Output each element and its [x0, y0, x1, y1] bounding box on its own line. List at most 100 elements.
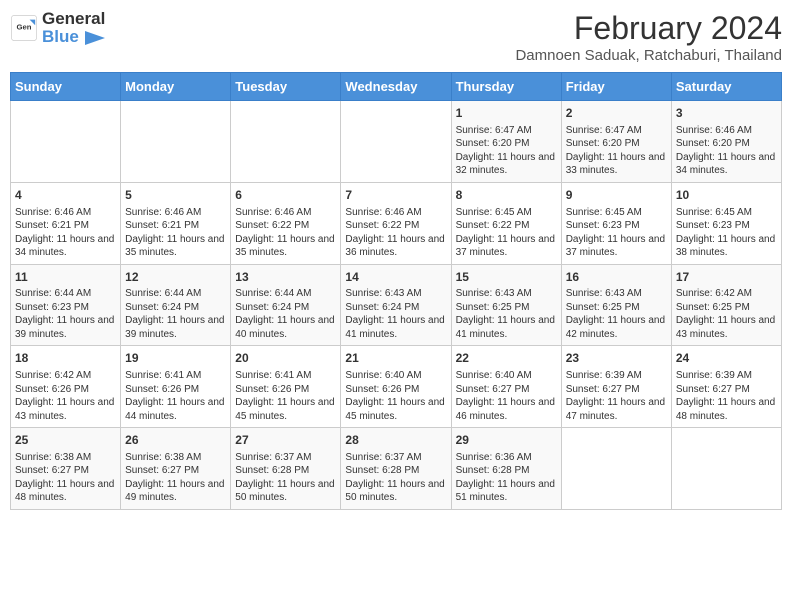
day-info: Sunrise: 6:45 AM Sunset: 6:23 PM Dayligh…: [676, 206, 777, 260]
calendar-body: 1 Sunrise: 6:47 AM Sunset: 6:20 PM Daylig…: [11, 101, 782, 510]
calendar-cell: [341, 101, 451, 183]
day-info: Sunrise: 6:43 AM Sunset: 6:25 PM Dayligh…: [456, 287, 557, 341]
day-info: Sunrise: 6:47 AM Sunset: 6:20 PM Dayligh…: [566, 124, 667, 178]
day-info: Sunrise: 6:40 AM Sunset: 6:26 PM Dayligh…: [345, 369, 446, 423]
col-tuesday: Tuesday: [231, 73, 341, 101]
calendar-cell: [561, 428, 671, 510]
calendar-cell: 22Sunrise: 6:40 AM Sunset: 6:27 PM Dayli…: [451, 346, 561, 428]
day-info: Sunrise: 6:46 AM Sunset: 6:20 PM Dayligh…: [676, 124, 777, 178]
day-number: 5: [125, 187, 226, 204]
calendar-week-row: 25Sunrise: 6:38 AM Sunset: 6:27 PM Dayli…: [11, 428, 782, 510]
calendar-cell: 10 Sunrise: 6:45 AM Sunset: 6:23 PM Dayli…: [671, 182, 781, 264]
calendar-cell: 13Sunrise: 6:44 AM Sunset: 6:24 PM Dayli…: [231, 264, 341, 346]
calendar-cell: 25Sunrise: 6:38 AM Sunset: 6:27 PM Dayli…: [11, 428, 121, 510]
title-block: February 2024 Damnoen Saduak, Ratchaburi…: [515, 10, 782, 64]
day-info: Sunrise: 6:46 AM Sunset: 6:22 PM Dayligh…: [235, 206, 336, 260]
calendar-week-row: 4Sunrise: 6:46 AM Sunset: 6:21 PM Daylig…: [11, 182, 782, 264]
calendar-cell: 21 Sunrise: 6:40 AM Sunset: 6:26 PM Dayli…: [341, 346, 451, 428]
day-number: 12: [125, 269, 226, 286]
day-number: 7: [345, 187, 446, 204]
day-number: 19: [125, 350, 226, 367]
day-info: Sunrise: 6:46 AM Sunset: 6:21 PM Dayligh…: [125, 206, 226, 260]
day-info: Sunrise: 6:39 AM Sunset: 6:27 PM Dayligh…: [676, 369, 777, 423]
logo-general: General: [42, 9, 105, 28]
calendar-cell: 26 Sunrise: 6:38 AM Sunset: 6:27 PM Dayli…: [121, 428, 231, 510]
day-number: 13: [235, 269, 336, 286]
day-number: 29: [456, 432, 557, 449]
calendar-cell: 3Sunrise: 6:46 AM Sunset: 6:20 PM Daylig…: [671, 101, 781, 183]
calendar-cell: 6 Sunrise: 6:46 AM Sunset: 6:22 PM Daylig…: [231, 182, 341, 264]
day-number: 24: [676, 350, 777, 367]
calendar-cell: 5 Sunrise: 6:46 AM Sunset: 6:21 PM Daylig…: [121, 182, 231, 264]
day-number: 21: [345, 350, 446, 367]
day-number: 18: [15, 350, 116, 367]
day-number: 16: [566, 269, 667, 286]
day-info: Sunrise: 6:44 AM Sunset: 6:24 PM Dayligh…: [125, 287, 226, 341]
day-info: Sunrise: 6:38 AM Sunset: 6:27 PM Dayligh…: [15, 451, 116, 505]
day-info: Sunrise: 6:45 AM Sunset: 6:22 PM Dayligh…: [456, 206, 557, 260]
calendar-cell: 8 Sunrise: 6:45 AM Sunset: 6:22 PM Daylig…: [451, 182, 561, 264]
day-info: Sunrise: 6:44 AM Sunset: 6:23 PM Dayligh…: [15, 287, 116, 341]
day-number: 23: [566, 350, 667, 367]
day-number: 1: [456, 105, 557, 122]
day-number: 11: [15, 269, 116, 286]
col-monday: Monday: [121, 73, 231, 101]
day-number: 14: [345, 269, 446, 286]
day-number: 10: [676, 187, 777, 204]
calendar-cell: 17Sunrise: 6:42 AM Sunset: 6:25 PM Dayli…: [671, 264, 781, 346]
day-info: Sunrise: 6:36 AM Sunset: 6:28 PM Dayligh…: [456, 451, 557, 505]
calendar-cell: 27 Sunrise: 6:37 AM Sunset: 6:28 PM Dayli…: [231, 428, 341, 510]
calendar-cell: 4Sunrise: 6:46 AM Sunset: 6:21 PM Daylig…: [11, 182, 121, 264]
svg-text:Gen: Gen: [17, 22, 32, 31]
day-info: Sunrise: 6:45 AM Sunset: 6:23 PM Dayligh…: [566, 206, 667, 260]
calendar-cell: [231, 101, 341, 183]
day-number: 6: [235, 187, 336, 204]
calendar-cell: 28 Sunrise: 6:37 AM Sunset: 6:28 PM Dayli…: [341, 428, 451, 510]
calendar-week-row: 11Sunrise: 6:44 AM Sunset: 6:23 PM Dayli…: [11, 264, 782, 346]
day-number: 8: [456, 187, 557, 204]
day-info: Sunrise: 6:42 AM Sunset: 6:26 PM Dayligh…: [15, 369, 116, 423]
col-thursday: Thursday: [451, 73, 561, 101]
calendar-week-row: 18 Sunrise: 6:42 AM Sunset: 6:26 PM Dayli…: [11, 346, 782, 428]
calendar-table: Sunday Monday Tuesday Wednesday Thursday…: [10, 72, 782, 510]
calendar-cell: 19Sunrise: 6:41 AM Sunset: 6:26 PM Dayli…: [121, 346, 231, 428]
calendar-cell: 14Sunrise: 6:43 AM Sunset: 6:24 PM Dayli…: [341, 264, 451, 346]
day-number: 20: [235, 350, 336, 367]
calendar-cell: [11, 101, 121, 183]
col-friday: Friday: [561, 73, 671, 101]
day-info: Sunrise: 6:43 AM Sunset: 6:24 PM Dayligh…: [345, 287, 446, 341]
day-info: Sunrise: 6:44 AM Sunset: 6:24 PM Dayligh…: [235, 287, 336, 341]
subtitle: Damnoen Saduak, Ratchaburi, Thailand: [515, 47, 782, 64]
day-number: 22: [456, 350, 557, 367]
logo: Gen General Blue: [10, 10, 105, 46]
calendar-cell: 12Sunrise: 6:44 AM Sunset: 6:24 PM Dayli…: [121, 264, 231, 346]
main-title: February 2024: [515, 10, 782, 47]
calendar-cell: 7 Sunrise: 6:46 AM Sunset: 6:22 PM Daylig…: [341, 182, 451, 264]
calendar-cell: 23Sunrise: 6:39 AM Sunset: 6:27 PM Dayli…: [561, 346, 671, 428]
day-number: 28: [345, 432, 446, 449]
day-info: Sunrise: 6:46 AM Sunset: 6:22 PM Dayligh…: [345, 206, 446, 260]
day-number: 26: [125, 432, 226, 449]
calendar-cell: [671, 428, 781, 510]
day-info: Sunrise: 6:41 AM Sunset: 6:26 PM Dayligh…: [235, 369, 336, 423]
calendar-cell: 9 Sunrise: 6:45 AM Sunset: 6:23 PM Daylig…: [561, 182, 671, 264]
calendar-cell: 11Sunrise: 6:44 AM Sunset: 6:23 PM Dayli…: [11, 264, 121, 346]
calendar-cell: 24 Sunrise: 6:39 AM Sunset: 6:27 PM Dayli…: [671, 346, 781, 428]
day-number: 27: [235, 432, 336, 449]
day-info: Sunrise: 6:47 AM Sunset: 6:20 PM Dayligh…: [456, 124, 557, 178]
day-info: Sunrise: 6:43 AM Sunset: 6:25 PM Dayligh…: [566, 287, 667, 341]
day-number: 15: [456, 269, 557, 286]
logo-blue: Blue: [42, 27, 79, 46]
day-info: Sunrise: 6:38 AM Sunset: 6:27 PM Dayligh…: [125, 451, 226, 505]
calendar-header-row: Sunday Monday Tuesday Wednesday Thursday…: [11, 73, 782, 101]
day-number: 9: [566, 187, 667, 204]
calendar-cell: 16Sunrise: 6:43 AM Sunset: 6:25 PM Dayli…: [561, 264, 671, 346]
day-info: Sunrise: 6:37 AM Sunset: 6:28 PM Dayligh…: [235, 451, 336, 505]
day-info: Sunrise: 6:46 AM Sunset: 6:21 PM Dayligh…: [15, 206, 116, 260]
day-info: Sunrise: 6:37 AM Sunset: 6:28 PM Dayligh…: [345, 451, 446, 505]
day-number: 17: [676, 269, 777, 286]
calendar-cell: [121, 101, 231, 183]
col-sunday: Sunday: [11, 73, 121, 101]
blue-flag-icon: [85, 31, 105, 45]
calendar-cell: 20 Sunrise: 6:41 AM Sunset: 6:26 PM Dayli…: [231, 346, 341, 428]
